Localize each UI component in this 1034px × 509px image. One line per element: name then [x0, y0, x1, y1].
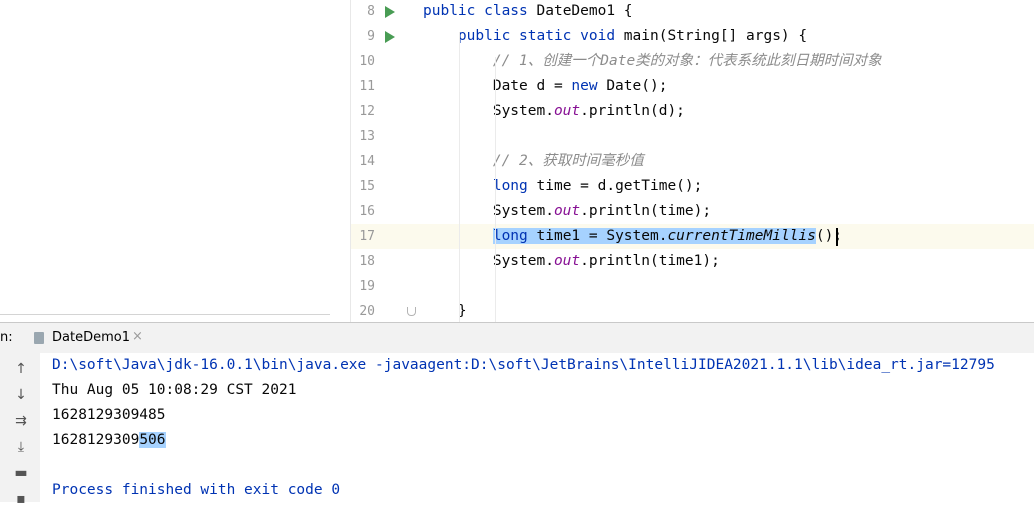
run-tab-datedemo1[interactable]: DateDemo1 ×: [30, 323, 150, 353]
gutter-row: 16: [351, 199, 417, 224]
code-line[interactable]: public static void main(String[] args) {: [416, 24, 1034, 49]
run-gutter-icon[interactable]: [385, 31, 395, 43]
line-number: 19: [359, 279, 375, 294]
code-line[interactable]: System.out.println(time);: [416, 199, 1034, 224]
down-arrow-icon[interactable]: ↓: [10, 385, 32, 405]
delete-icon[interactable]: ▪: [10, 489, 32, 509]
class-file-icon: [34, 332, 44, 344]
code-line-text: }: [423, 303, 467, 319]
line-number: 8: [367, 4, 375, 19]
code-line[interactable]: long time = d.getTime();: [416, 174, 1034, 199]
line-number: 14: [359, 154, 375, 169]
indent-guide: [459, 32, 460, 322]
gutter-row: 20: [351, 299, 417, 324]
gutter-row: 12: [351, 99, 417, 124]
line-number: 11: [359, 79, 375, 94]
print-icon[interactable]: ▬: [10, 463, 32, 483]
text-caret: [836, 228, 838, 246]
gutter-row: 19: [351, 274, 417, 299]
line-number: 12: [359, 104, 375, 119]
gutter-row: 8: [351, 0, 417, 24]
run-gutter-icon[interactable]: [385, 6, 395, 18]
gutter-row: 17: [351, 224, 417, 249]
gutter-row: 18: [351, 249, 417, 274]
line-number: 17: [359, 229, 375, 244]
console-exit-message: Process finished with exit code 0: [52, 482, 341, 498]
panel-divider: [0, 314, 330, 315]
console-line-time1-prefix: 1628129309: [52, 432, 140, 448]
gutter-row: 15: [351, 174, 417, 199]
code-line[interactable]: }: [416, 299, 1034, 324]
console-line-time: 1628129309485: [52, 407, 166, 423]
fold-icon[interactable]: [407, 307, 416, 316]
code-line-text: // 1、创建一个Date类的对象：代表系统此刻日期时间对象: [492, 53, 882, 69]
line-number: 20: [359, 304, 375, 319]
indent-guide: [495, 57, 496, 327]
code-line-text: public static void main(String[] args) {: [457, 28, 808, 44]
code-line[interactable]: [416, 274, 1034, 299]
code-line[interactable]: Date d = new Date();: [416, 74, 1034, 99]
gutter-row: 14: [351, 149, 417, 174]
console-output[interactable]: D:\soft\Java\jdk-16.0.1\bin\java.exe -ja…: [40, 353, 1034, 502]
console-line-time1: 1628129309506: [52, 428, 166, 453]
editor-gutter: 8 9 10 11 12 13 14 15 16 17 18 19 20: [350, 0, 417, 322]
soft-wrap-icon[interactable]: ⇉: [10, 411, 32, 431]
code-line-text: System.out.println(d);: [423, 103, 685, 119]
code-editor[interactable]: public class DateDemo1 { public static v…: [416, 0, 1034, 327]
code-line[interactable]: [416, 124, 1034, 149]
run-tab-label: DateDemo1: [52, 330, 130, 345]
line-number: 10: [359, 54, 375, 69]
code-line[interactable]: System.out.println(time1);: [416, 249, 1034, 274]
code-line[interactable]: // 1、创建一个Date类的对象：代表系统此刻日期时间对象: [416, 49, 1034, 74]
console-selection: 506: [139, 432, 166, 448]
code-line-text: System.out.println(time);: [423, 203, 712, 219]
line-number: 13: [359, 129, 375, 144]
console-command-line: D:\soft\Java\jdk-16.0.1\bin\java.exe -ja…: [52, 357, 995, 373]
gutter-row: 10: [351, 49, 417, 74]
up-arrow-icon[interactable]: ↑: [10, 359, 32, 379]
line-number: 18: [359, 254, 375, 269]
console-line-date: Thu Aug 05 10:08:29 CST 2021: [52, 382, 297, 398]
gutter-row: 11: [351, 74, 417, 99]
line-number: 15: [359, 179, 375, 194]
code-line[interactable]: public class DateDemo1 {: [416, 0, 1034, 24]
line-number: 9: [367, 29, 375, 44]
scroll-to-end-icon[interactable]: ⤓: [10, 437, 32, 457]
code-line-text: System.out.println(time1);: [423, 253, 720, 269]
close-icon[interactable]: ×: [132, 329, 143, 344]
gutter-row: 13: [351, 124, 417, 149]
code-line-text: public class DateDemo1 {: [423, 3, 633, 19]
run-label: n:: [0, 330, 13, 345]
run-tool-window-header: n: DateDemo1 ×: [0, 322, 1034, 354]
code-line-text: long time = d.getTime();: [492, 178, 703, 194]
run-toolbar: ↑ ↓ ⇉ ⤓ ▬ ▪: [0, 353, 40, 507]
code-line[interactable]: long time1 = System.currentTimeMillis();: [416, 224, 1034, 249]
code-line-text: long time1 = System.currentTimeMillis();: [492, 228, 843, 244]
gutter-row: 9: [351, 24, 417, 49]
code-line[interactable]: System.out.println(d);: [416, 99, 1034, 124]
left-panel: [0, 0, 330, 322]
code-line-text: // 2、获取时间毫秒值: [492, 153, 644, 169]
code-line[interactable]: // 2、获取时间毫秒值: [416, 149, 1034, 174]
line-number: 16: [359, 204, 375, 219]
